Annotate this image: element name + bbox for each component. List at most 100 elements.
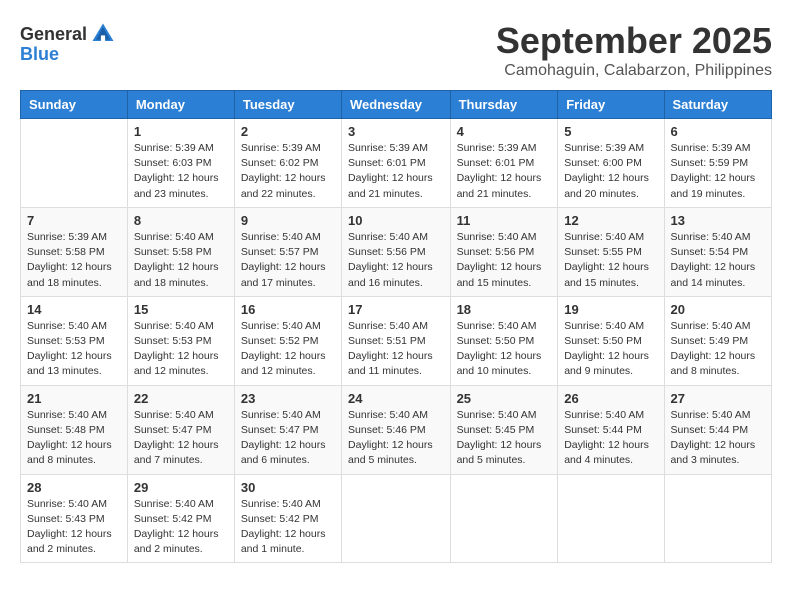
day-info: Sunrise: 5:40 AM Sunset: 5:42 PM Dayligh… bbox=[241, 497, 335, 558]
calendar-cell: 13 Sunrise: 5:40 AM Sunset: 5:54 PM Dayli… bbox=[664, 207, 771, 296]
day-number: 2 bbox=[241, 124, 335, 139]
calendar-cell: 22 Sunrise: 5:40 AM Sunset: 5:47 PM Dayli… bbox=[127, 385, 234, 474]
page-header: General Blue September 2025 Camohaguin, … bbox=[20, 20, 772, 80]
calendar-cell: 7 Sunrise: 5:39 AM Sunset: 5:58 PM Daylig… bbox=[21, 207, 128, 296]
month-title: September 2025 bbox=[496, 20, 772, 62]
day-number: 5 bbox=[564, 124, 657, 139]
logo-blue-text: Blue bbox=[20, 44, 59, 65]
day-number: 13 bbox=[671, 213, 765, 228]
day-info: Sunrise: 5:39 AM Sunset: 5:59 PM Dayligh… bbox=[671, 141, 765, 202]
day-number: 15 bbox=[134, 302, 228, 317]
calendar-cell: 9Sunrise: 5:40 AM Sunset: 5:57 PM Daylig… bbox=[234, 207, 341, 296]
calendar-cell: 18Sunrise: 5:40 AM Sunset: 5:50 PM Dayli… bbox=[450, 296, 558, 385]
calendar-cell: 20 Sunrise: 5:40 AM Sunset: 5:49 PM Dayli… bbox=[664, 296, 771, 385]
day-info: Sunrise: 5:40 AM Sunset: 5:43 PM Dayligh… bbox=[27, 497, 121, 558]
day-number: 1 bbox=[134, 124, 228, 139]
day-info: Sunrise: 5:40 AM Sunset: 5:54 PM Dayligh… bbox=[671, 230, 765, 291]
day-number: 7 bbox=[27, 213, 121, 228]
calendar-day-header: Friday bbox=[558, 91, 664, 119]
day-number: 18 bbox=[457, 302, 552, 317]
day-number: 21 bbox=[27, 391, 121, 406]
day-number: 23 bbox=[241, 391, 335, 406]
title-section: September 2025 Camohaguin, Calabarzon, P… bbox=[496, 20, 772, 80]
calendar-week-row: 7 Sunrise: 5:39 AM Sunset: 5:58 PM Daylig… bbox=[21, 207, 772, 296]
day-info: Sunrise: 5:39 AM Sunset: 6:03 PM Dayligh… bbox=[134, 141, 228, 202]
day-info: Sunrise: 5:39 AM Sunset: 5:58 PM Dayligh… bbox=[27, 230, 121, 291]
calendar-cell: 30 Sunrise: 5:40 AM Sunset: 5:42 PM Dayli… bbox=[234, 474, 341, 563]
calendar-cell: 25 Sunrise: 5:40 AM Sunset: 5:45 PM Dayli… bbox=[450, 385, 558, 474]
calendar-cell: 15Sunrise: 5:40 AM Sunset: 5:53 PM Dayli… bbox=[127, 296, 234, 385]
day-info: Sunrise: 5:40 AM Sunset: 5:45 PM Dayligh… bbox=[457, 408, 552, 469]
day-number: 8 bbox=[134, 213, 228, 228]
day-info: Sunrise: 5:39 AM Sunset: 6:00 PM Dayligh… bbox=[564, 141, 657, 202]
calendar-cell: 27Sunrise: 5:40 AM Sunset: 5:44 PM Dayli… bbox=[664, 385, 771, 474]
calendar-cell bbox=[342, 474, 451, 563]
calendar-cell: 5 Sunrise: 5:39 AM Sunset: 6:00 PM Daylig… bbox=[558, 119, 664, 208]
day-number: 11 bbox=[457, 213, 552, 228]
day-info: Sunrise: 5:40 AM Sunset: 5:56 PM Dayligh… bbox=[348, 230, 444, 291]
day-number: 29 bbox=[134, 480, 228, 495]
calendar-cell: 1 Sunrise: 5:39 AM Sunset: 6:03 PM Daylig… bbox=[127, 119, 234, 208]
day-number: 30 bbox=[241, 480, 335, 495]
calendar-cell: 29 Sunrise: 5:40 AM Sunset: 5:42 PM Dayli… bbox=[127, 474, 234, 563]
calendar-cell: 14 Sunrise: 5:40 AM Sunset: 5:53 PM Dayli… bbox=[21, 296, 128, 385]
day-number: 22 bbox=[134, 391, 228, 406]
day-info: Sunrise: 5:40 AM Sunset: 5:47 PM Dayligh… bbox=[134, 408, 228, 469]
calendar-cell: 2 Sunrise: 5:39 AM Sunset: 6:02 PM Daylig… bbox=[234, 119, 341, 208]
calendar-day-header: Saturday bbox=[664, 91, 771, 119]
day-number: 16 bbox=[241, 302, 335, 317]
calendar-cell: 6 Sunrise: 5:39 AM Sunset: 5:59 PM Daylig… bbox=[664, 119, 771, 208]
calendar-day-header: Sunday bbox=[21, 91, 128, 119]
day-info: Sunrise: 5:40 AM Sunset: 5:44 PM Dayligh… bbox=[671, 408, 765, 469]
calendar-cell: 28 Sunrise: 5:40 AM Sunset: 5:43 PM Dayli… bbox=[21, 474, 128, 563]
calendar-cell: 24 Sunrise: 5:40 AM Sunset: 5:46 PM Dayli… bbox=[342, 385, 451, 474]
calendar-cell: 11 Sunrise: 5:40 AM Sunset: 5:56 PM Dayli… bbox=[450, 207, 558, 296]
calendar-body: 1 Sunrise: 5:39 AM Sunset: 6:03 PM Daylig… bbox=[21, 119, 772, 563]
day-number: 24 bbox=[348, 391, 444, 406]
logo-general-text: General bbox=[20, 24, 87, 45]
day-number: 6 bbox=[671, 124, 765, 139]
calendar-cell bbox=[664, 474, 771, 563]
day-info: Sunrise: 5:39 AM Sunset: 6:01 PM Dayligh… bbox=[457, 141, 552, 202]
calendar-cell bbox=[21, 119, 128, 208]
day-info: Sunrise: 5:40 AM Sunset: 5:55 PM Dayligh… bbox=[564, 230, 657, 291]
day-info: Sunrise: 5:40 AM Sunset: 5:51 PM Dayligh… bbox=[348, 319, 444, 380]
calendar-cell: 8 Sunrise: 5:40 AM Sunset: 5:58 PM Daylig… bbox=[127, 207, 234, 296]
calendar-header: SundayMondayTuesdayWednesdayThursdayFrid… bbox=[21, 91, 772, 119]
calendar-cell: 12 Sunrise: 5:40 AM Sunset: 5:55 PM Dayli… bbox=[558, 207, 664, 296]
day-info: Sunrise: 5:40 AM Sunset: 5:52 PM Dayligh… bbox=[241, 319, 335, 380]
day-number: 17 bbox=[348, 302, 444, 317]
day-info: Sunrise: 5:40 AM Sunset: 5:44 PM Dayligh… bbox=[564, 408, 657, 469]
calendar-cell: 4Sunrise: 5:39 AM Sunset: 6:01 PM Daylig… bbox=[450, 119, 558, 208]
day-number: 12 bbox=[564, 213, 657, 228]
day-info: Sunrise: 5:40 AM Sunset: 5:46 PM Dayligh… bbox=[348, 408, 444, 469]
day-info: Sunrise: 5:40 AM Sunset: 5:42 PM Dayligh… bbox=[134, 497, 228, 558]
calendar-cell: 3 Sunrise: 5:39 AM Sunset: 6:01 PM Daylig… bbox=[342, 119, 451, 208]
day-info: Sunrise: 5:40 AM Sunset: 5:49 PM Dayligh… bbox=[671, 319, 765, 380]
day-number: 28 bbox=[27, 480, 121, 495]
day-number: 14 bbox=[27, 302, 121, 317]
day-info: Sunrise: 5:40 AM Sunset: 5:56 PM Dayligh… bbox=[457, 230, 552, 291]
day-number: 3 bbox=[348, 124, 444, 139]
day-info: Sunrise: 5:39 AM Sunset: 6:02 PM Dayligh… bbox=[241, 141, 335, 202]
calendar-cell: 21Sunrise: 5:40 AM Sunset: 5:48 PM Dayli… bbox=[21, 385, 128, 474]
calendar-day-header: Monday bbox=[127, 91, 234, 119]
day-info: Sunrise: 5:39 AM Sunset: 6:01 PM Dayligh… bbox=[348, 141, 444, 202]
calendar-week-row: 14 Sunrise: 5:40 AM Sunset: 5:53 PM Dayli… bbox=[21, 296, 772, 385]
day-number: 19 bbox=[564, 302, 657, 317]
calendar-cell: 17 Sunrise: 5:40 AM Sunset: 5:51 PM Dayli… bbox=[342, 296, 451, 385]
calendar-day-header: Tuesday bbox=[234, 91, 341, 119]
calendar-day-header: Thursday bbox=[450, 91, 558, 119]
logo: General Blue bbox=[20, 20, 119, 65]
day-number: 25 bbox=[457, 391, 552, 406]
day-info: Sunrise: 5:40 AM Sunset: 5:53 PM Dayligh… bbox=[27, 319, 121, 380]
calendar-week-row: 1 Sunrise: 5:39 AM Sunset: 6:03 PM Daylig… bbox=[21, 119, 772, 208]
day-number: 26 bbox=[564, 391, 657, 406]
calendar-cell: 26 Sunrise: 5:40 AM Sunset: 5:44 PM Dayli… bbox=[558, 385, 664, 474]
calendar-day-header: Wednesday bbox=[342, 91, 451, 119]
day-info: Sunrise: 5:40 AM Sunset: 5:58 PM Dayligh… bbox=[134, 230, 228, 291]
day-number: 20 bbox=[671, 302, 765, 317]
day-info: Sunrise: 5:40 AM Sunset: 5:47 PM Dayligh… bbox=[241, 408, 335, 469]
calendar-cell: 10Sunrise: 5:40 AM Sunset: 5:56 PM Dayli… bbox=[342, 207, 451, 296]
logo-icon bbox=[89, 20, 117, 48]
